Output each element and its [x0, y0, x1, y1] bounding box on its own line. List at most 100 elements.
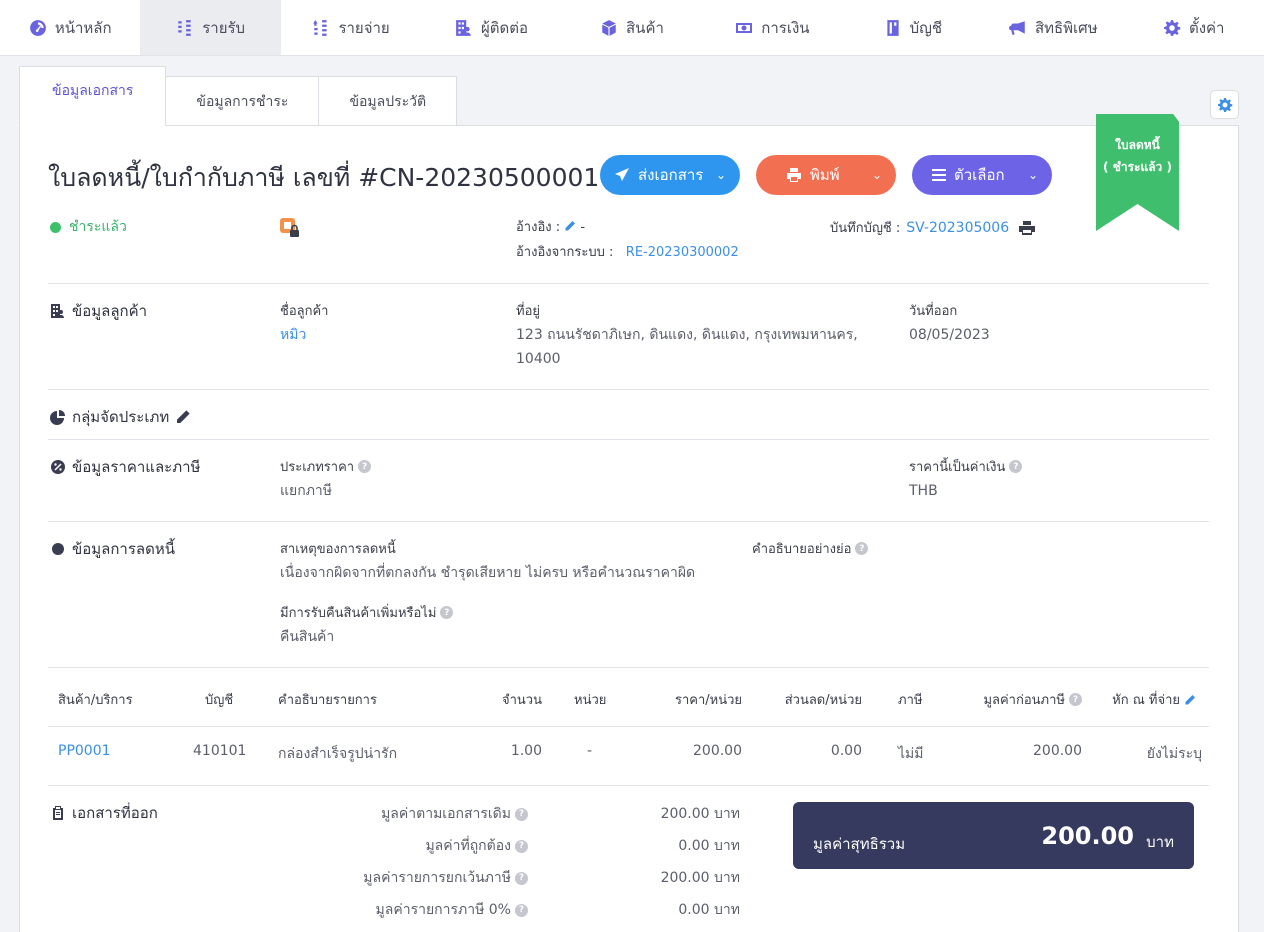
nav-item-income[interactable]: รายรับ [140, 0, 281, 55]
summary-label-text: มูลค่าตามเอกสารเดิม [381, 806, 511, 822]
money-icon [735, 19, 753, 37]
summary-value: 200.00 บาท [660, 870, 740, 886]
ribbon-subtitle: ( ชำระแล้ว ) [1103, 160, 1172, 174]
journal-row: บันทึกบัญชี : SV-202305006 [830, 217, 1036, 238]
dot-icon [50, 541, 66, 557]
nav-label: บัญชี [909, 18, 943, 37]
product-code-link[interactable]: PP0001 [58, 743, 111, 759]
reason-label: สาเหตุของการลดหนี้ [280, 542, 396, 557]
issued-docs-label: เอกสารที่ออก [72, 804, 158, 822]
summary-label-text: มูลค่าที่ถูกต้อง [425, 838, 511, 854]
column-header: หัก ณ ที่จ่าย [1100, 689, 1196, 710]
summary-value: 200.00 บาท [660, 806, 740, 822]
status-ribbon: ใบลดหนี้ ( ชำระแล้ว ) [1096, 114, 1179, 231]
help-icon[interactable]: ? [515, 839, 528, 853]
issue-date-value: 08/05/2023 [909, 327, 990, 343]
income-icon [176, 19, 194, 37]
issued-docs-section-title: เอกสารที่ออก [50, 801, 158, 825]
table-cell: ยังไม่ระบุ [1146, 746, 1202, 762]
help-icon[interactable]: ? [440, 606, 454, 619]
divider [48, 667, 1209, 668]
reference-value: - [580, 220, 586, 235]
nav-item-privileges[interactable]: สิทธิพิเศษ [983, 0, 1123, 55]
summary-label: มูลค่ารายการยกเว้นภาษี ? [300, 867, 528, 889]
edit-reference-pencil-icon[interactable] [564, 220, 576, 236]
help-icon[interactable]: ? [358, 460, 372, 473]
reference-label: อ้างอิง : [516, 220, 561, 235]
locked-document-icon [280, 218, 300, 238]
nav-item-accounting[interactable]: บัญชี [843, 0, 983, 55]
journal-link[interactable]: SV-202305006 [906, 220, 1009, 236]
customer-name-link[interactable]: หมิว [280, 323, 306, 347]
return-value: คืนสินค้า [280, 629, 335, 645]
settings-button[interactable] [1210, 90, 1239, 119]
help-icon[interactable]: ? [515, 903, 528, 917]
divider [48, 389, 1209, 390]
reference-row: อ้างอิง : - [516, 216, 585, 237]
summary-label-text: มูลค่ารายการยกเว้นภาษี [363, 870, 511, 886]
price-type-label: ประเภทราคา ? [280, 456, 372, 477]
print-label: พิมพ์ [810, 166, 840, 184]
address-line-2: 10400 [516, 351, 561, 367]
help-icon[interactable]: ? [1009, 460, 1023, 473]
table-cell: กล่องสำเร็จรูปน่ารัก [278, 746, 398, 762]
tab-document-info[interactable]: ข้อมูลเอกสาร [19, 66, 167, 126]
printer-icon[interactable] [1019, 220, 1036, 235]
net-total-unit: บาท [1146, 833, 1174, 851]
tab-history-info[interactable]: ข้อมูลประวัติ [318, 76, 458, 126]
options-button[interactable]: ตัวเลือก ⌄ [912, 155, 1052, 195]
nav-label: รายรับ [202, 18, 246, 37]
reason-value: เนื่องจากผิดจากที่ตกลงกัน ชำรุดเสียหาย ไ… [280, 565, 696, 581]
table-cell: 0.00 [830, 743, 862, 759]
help-icon[interactable]: ? [1069, 693, 1082, 706]
print-button[interactable]: พิมพ์ ⌄ [756, 155, 896, 195]
help-icon[interactable]: ? [515, 871, 528, 885]
divider [48, 726, 1209, 727]
system-reference-link[interactable]: RE-20230300002 [626, 245, 739, 260]
contacts-icon [455, 19, 473, 37]
address-line-1: 123 ถนนรัชดาภิเษก, ดินแดง, ดินแดง, กรุงเ… [516, 327, 858, 343]
address-label: ที่อยู่ [516, 304, 540, 319]
dashboard-icon [29, 19, 47, 37]
nav-item-contacts[interactable]: ผู้ติดต่อ [421, 0, 561, 55]
pricing-section-title: ข้อมูลราคาและภาษี [50, 455, 200, 479]
issue-date-label: วันที่ออก [909, 304, 958, 319]
document-title: ใบลดหนี้/ใบกำกับภาษี เลขที่ #CN-20230500… [48, 163, 600, 192]
category-section-label: กลุ่มจัดประเภท [72, 408, 170, 426]
book-icon [884, 19, 902, 37]
help-icon[interactable]: ? [515, 807, 528, 821]
divider [48, 439, 1209, 440]
short-description-label-text: คำอธิบายอย่างย่อ [752, 542, 852, 557]
summary-value: 0.00 บาท [678, 902, 740, 918]
chevron-down-icon: ⌄ [715, 168, 726, 182]
summary-value: 0.00 บาท [678, 838, 740, 854]
summary-label: มูลค่าตามเอกสารเดิม ? [300, 803, 528, 825]
nav-item-settings[interactable]: ตั้งค่า [1124, 0, 1264, 55]
nav-item-expense[interactable]: รายจ่าย [281, 0, 421, 55]
divider [48, 283, 1209, 284]
send-document-button[interactable]: ส่งเอกสาร ⌄ [600, 155, 740, 195]
summary-label: มูลค่าที่ถูกต้อง ? [300, 835, 528, 857]
help-icon[interactable]: ? [855, 542, 869, 555]
tab-payment-info[interactable]: ข้อมูลการชำระ [165, 76, 320, 126]
column-header: ราคา/หน่วย [674, 693, 742, 708]
nav-item-products[interactable]: สินค้า [562, 0, 702, 55]
system-reference-label: อ้างอิงจากระบบ : [516, 245, 614, 260]
system-reference-row: อ้างอิงจากระบบ : RE-20230300002 [516, 241, 739, 262]
edit-category-pencil-icon[interactable] [175, 409, 191, 425]
nav-item-finance[interactable]: การเงิน [702, 0, 842, 55]
pie-chart-icon [50, 409, 66, 425]
edit-withholding-pencil-icon[interactable] [1184, 694, 1196, 706]
return-label: มีการรับคืนสินค้าเพิ่มหรือไม่ ? [280, 602, 454, 623]
gear-icon [1163, 19, 1181, 37]
customer-name-label: ชื่อลูกค้า [280, 304, 329, 319]
return-label-text: มีการรับคืนสินค้าเพิ่มหรือไม่ [280, 606, 437, 621]
customer-section-title: ข้อมูลลูกค้า [50, 299, 147, 323]
nav-item-dashboard[interactable]: หน้าหลัก [0, 0, 140, 55]
nav-label: สิทธิพิเศษ [1034, 18, 1098, 37]
nav-label: สินค้า [626, 18, 664, 37]
table-cell: 1.00 [510, 743, 542, 759]
gear-icon [1217, 97, 1233, 113]
status-text: ชำระแล้ว [69, 219, 127, 235]
status-badge: ชำระแล้ว [50, 216, 127, 238]
